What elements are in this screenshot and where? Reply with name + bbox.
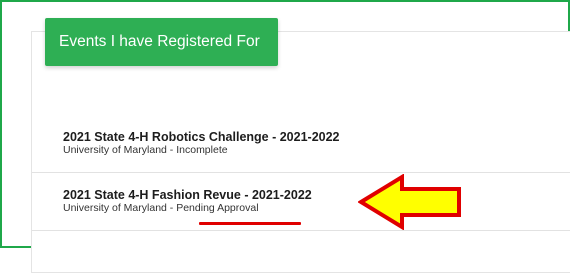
divider [32,172,570,173]
red-underline-annotation [199,222,301,225]
arrow-left-icon [358,174,461,230]
panel-header: Events I have Registered For [45,18,278,66]
yellow-arrow-annotation [358,174,461,230]
event-item[interactable]: 2021 State 4-H Robotics Challenge - 2021… [63,130,340,156]
divider [32,230,570,231]
event-status: Pending Approval [176,202,259,214]
event-separator: - [166,144,177,156]
event-separator: - [166,202,177,214]
event-subtitle: University of Maryland - Pending Approva… [63,202,312,214]
event-item[interactable]: 2021 State 4-H Fashion Revue - 2021-2022… [63,188,312,214]
event-university: University of Maryland [63,202,167,214]
event-status: Incomplete [176,144,228,156]
event-title[interactable]: 2021 State 4-H Robotics Challenge - 2021… [63,130,340,144]
event-title[interactable]: 2021 State 4-H Fashion Revue - 2021-2022 [63,188,312,202]
event-subtitle: University of Maryland - Incomplete [63,144,340,156]
event-university: University of Maryland [63,144,167,156]
